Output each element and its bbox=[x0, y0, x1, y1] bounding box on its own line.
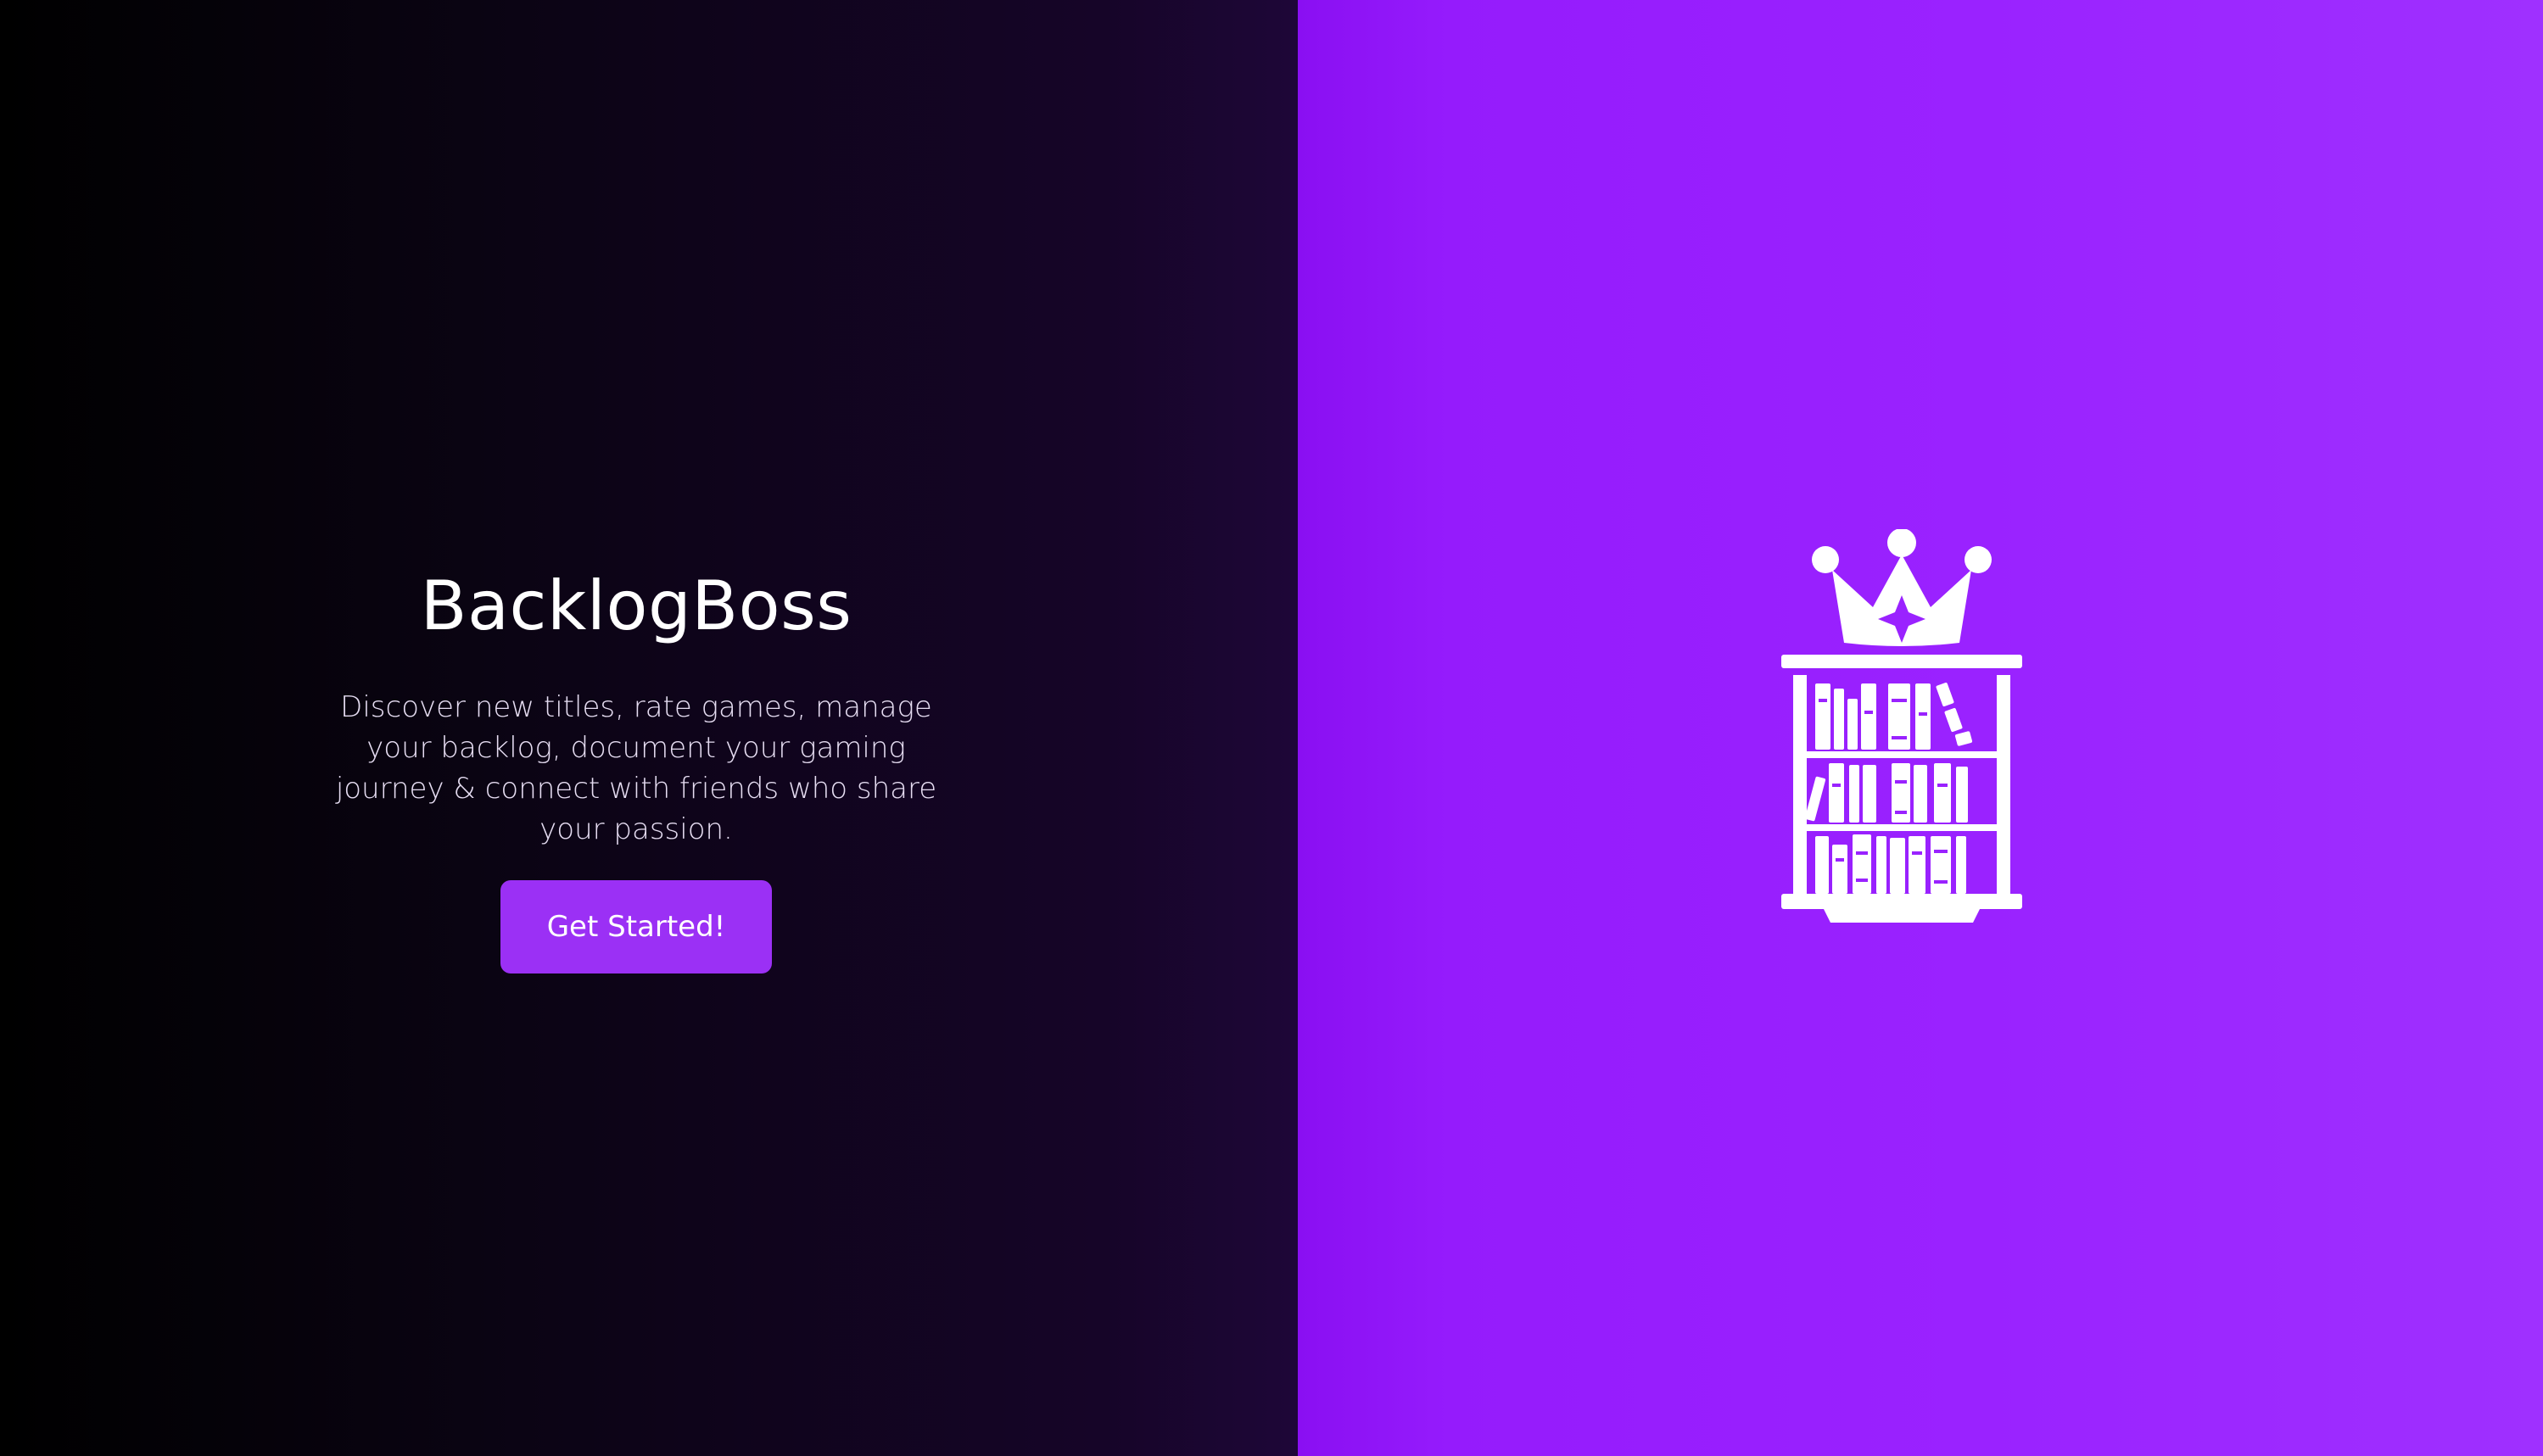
hero-panel: BacklogBoss Discover new titles, rate ga… bbox=[0, 0, 1298, 1456]
tagline: Discover new titles, rate games, manage … bbox=[335, 690, 937, 846]
landing-page: BacklogBoss Discover new titles, rate ga… bbox=[0, 0, 2543, 1456]
get-started-button[interactable]: Get Started! bbox=[500, 880, 772, 973]
illustration-panel bbox=[1298, 0, 2543, 1456]
crowned-bookshelf-icon bbox=[1781, 529, 2022, 923]
app-title: BacklogBoss bbox=[420, 566, 852, 645]
hero-content: BacklogBoss Discover new titles, rate ga… bbox=[0, 560, 1272, 973]
